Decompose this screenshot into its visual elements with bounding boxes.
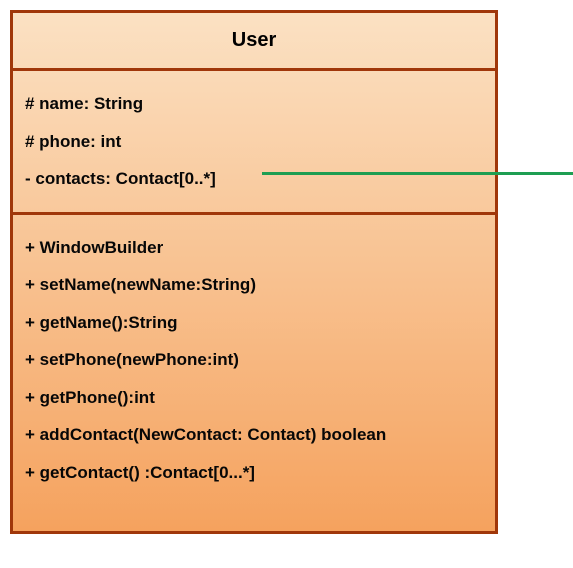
attributes-section: # name: String # phone: int - contacts: … [13,71,495,215]
class-name: User [13,13,495,71]
attribute-row: # name: String [25,85,483,123]
method-row: + setPhone(newPhone:int) [25,341,483,379]
attribute-row: # phone: int [25,123,483,161]
attribute-row: - contacts: Contact[0..*] [25,160,483,198]
uml-class-box: User # name: String # phone: int - conta… [10,10,498,534]
method-row: + getContact() :Contact[0...*] [25,454,483,492]
method-row: + WindowBuilder [25,229,483,267]
method-row: + addContact(NewContact: Contact) boolea… [25,416,483,454]
method-row: + setName(newName:String) [25,266,483,304]
method-row: + getName():String [25,304,483,342]
method-row: + getPhone():int [25,379,483,417]
association-line [262,172,573,175]
methods-section: + WindowBuilder + setName(newName:String… [13,215,495,532]
